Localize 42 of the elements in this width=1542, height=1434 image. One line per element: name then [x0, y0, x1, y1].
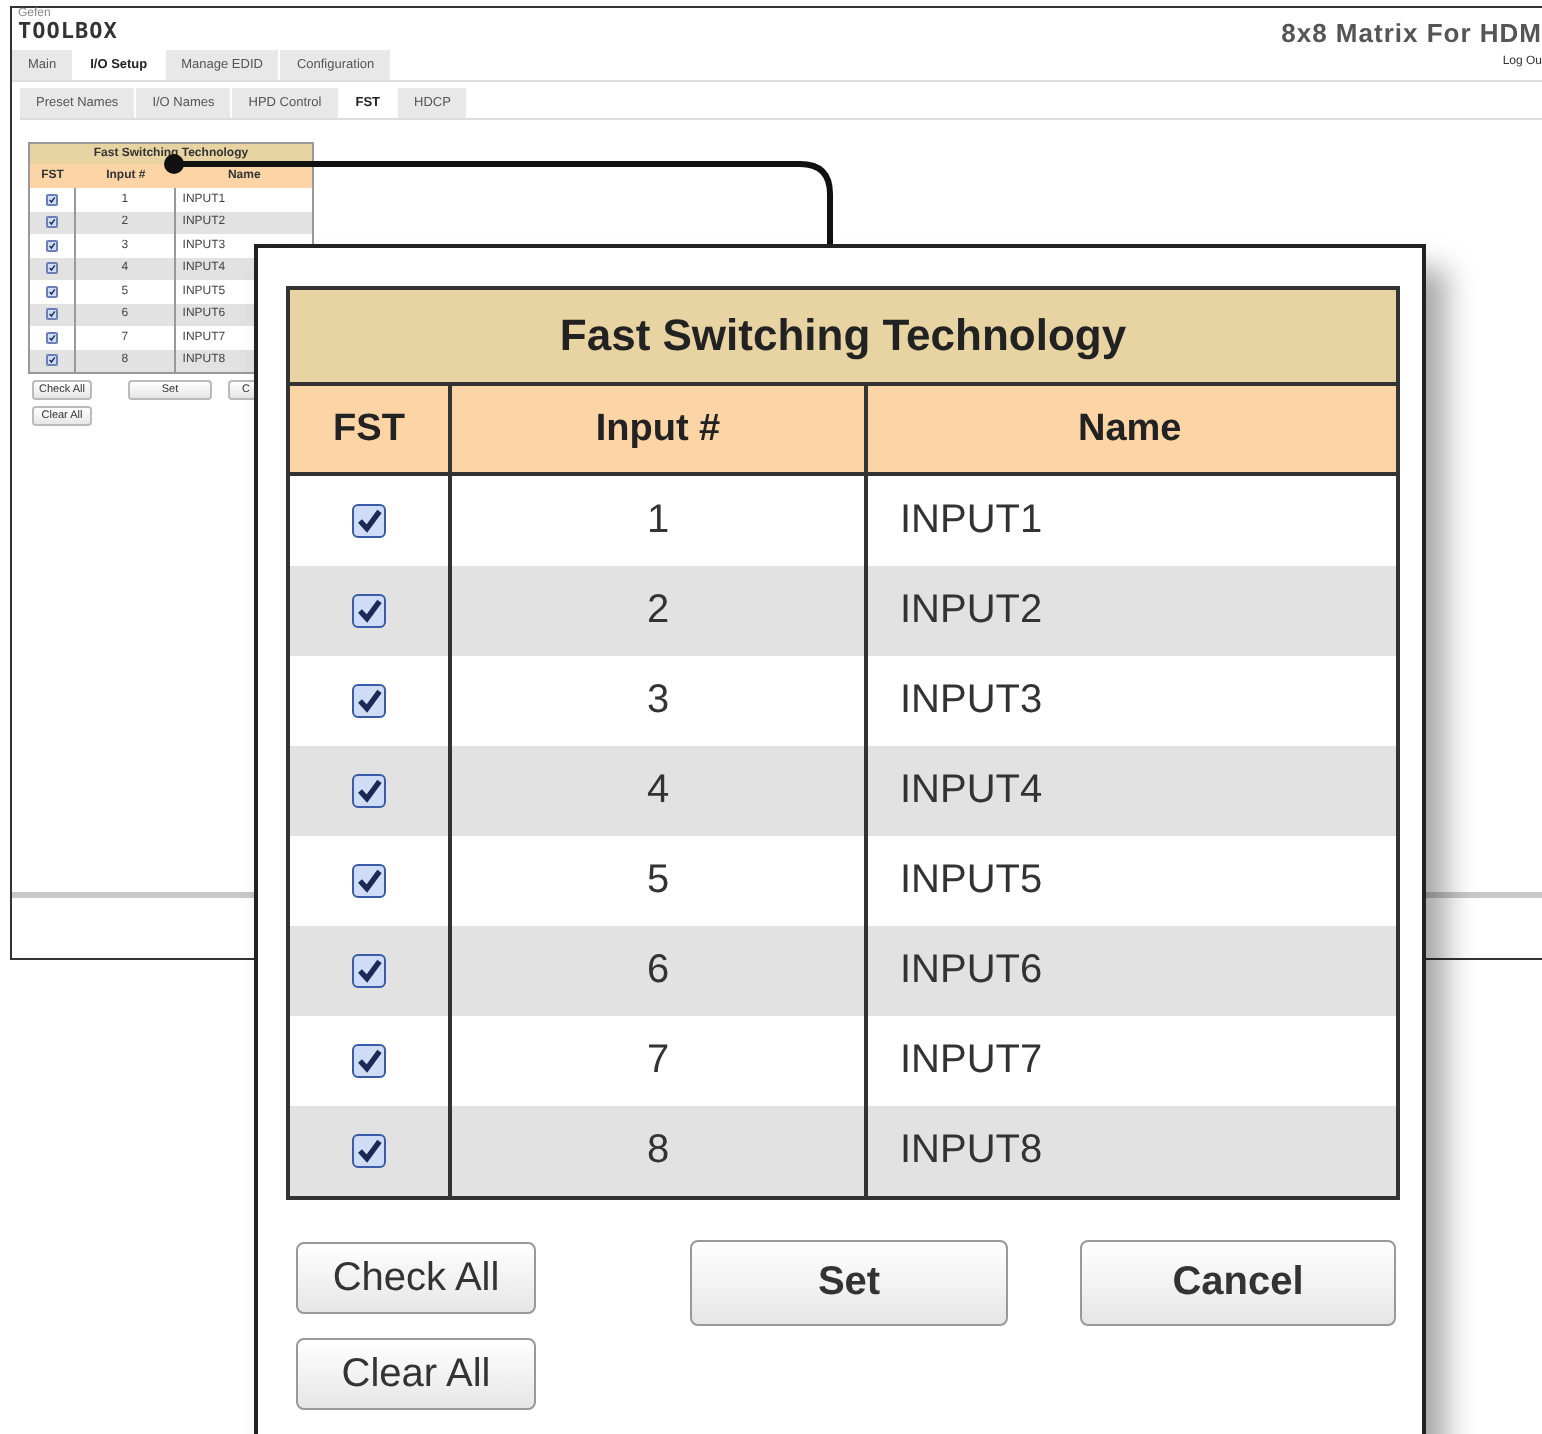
checkbox[interactable] [352, 684, 386, 718]
set-button[interactable]: Set [690, 1240, 1008, 1326]
table-cell: INPUT5 [900, 858, 1043, 904]
checkbox[interactable] [45, 354, 58, 367]
checkbox[interactable] [45, 285, 58, 298]
checkbox[interactable] [352, 1134, 386, 1168]
table-cell: INPUT3 [900, 678, 1043, 724]
table-cell: INPUT8 [900, 1128, 1043, 1174]
column-header: FST [290, 386, 452, 472]
checkbox[interactable] [45, 193, 58, 206]
checkbox[interactable] [45, 331, 58, 344]
logo-text: TOOLBOX [18, 20, 118, 42]
clear-all-button[interactable]: Clear All [296, 1338, 536, 1410]
table-cell: 4 [646, 768, 670, 814]
table-cell: INPUT4 [900, 768, 1043, 814]
check-all-button[interactable]: Check All [296, 1242, 536, 1314]
table-cell: INPUT6 [900, 948, 1043, 994]
column-header: Name [1076, 405, 1184, 453]
table-cell: 5 [646, 858, 670, 904]
table-cell: 2 [646, 588, 670, 634]
device-title: 8x8 Matrix For HDM [1281, 18, 1542, 48]
checkbox[interactable] [45, 239, 58, 252]
table-cell: 7 [646, 1038, 670, 1084]
table-cell: 3 [646, 678, 670, 724]
checkbox[interactable] [352, 1044, 386, 1078]
checkbox[interactable] [352, 594, 386, 628]
table-cell: 8 [646, 1128, 670, 1174]
checkbox[interactable] [45, 216, 58, 229]
table-cell: 6 [646, 948, 670, 994]
table-title: Fast Switching Technology [290, 290, 1396, 386]
checkbox[interactable] [45, 308, 58, 321]
table-cell: 1 [646, 498, 670, 544]
checkbox[interactable] [352, 774, 386, 808]
table-cell: INPUT7 [900, 1038, 1043, 1084]
table-cell: INPUT1 [900, 498, 1043, 544]
cancel-button[interactable]: Cancel [1080, 1240, 1396, 1326]
checkbox[interactable] [352, 504, 386, 538]
checkbox[interactable] [45, 262, 58, 275]
checkbox[interactable] [352, 954, 386, 988]
table-cell: INPUT2 [900, 588, 1043, 634]
checkbox[interactable] [352, 864, 386, 898]
column-header: Input # [452, 386, 868, 472]
